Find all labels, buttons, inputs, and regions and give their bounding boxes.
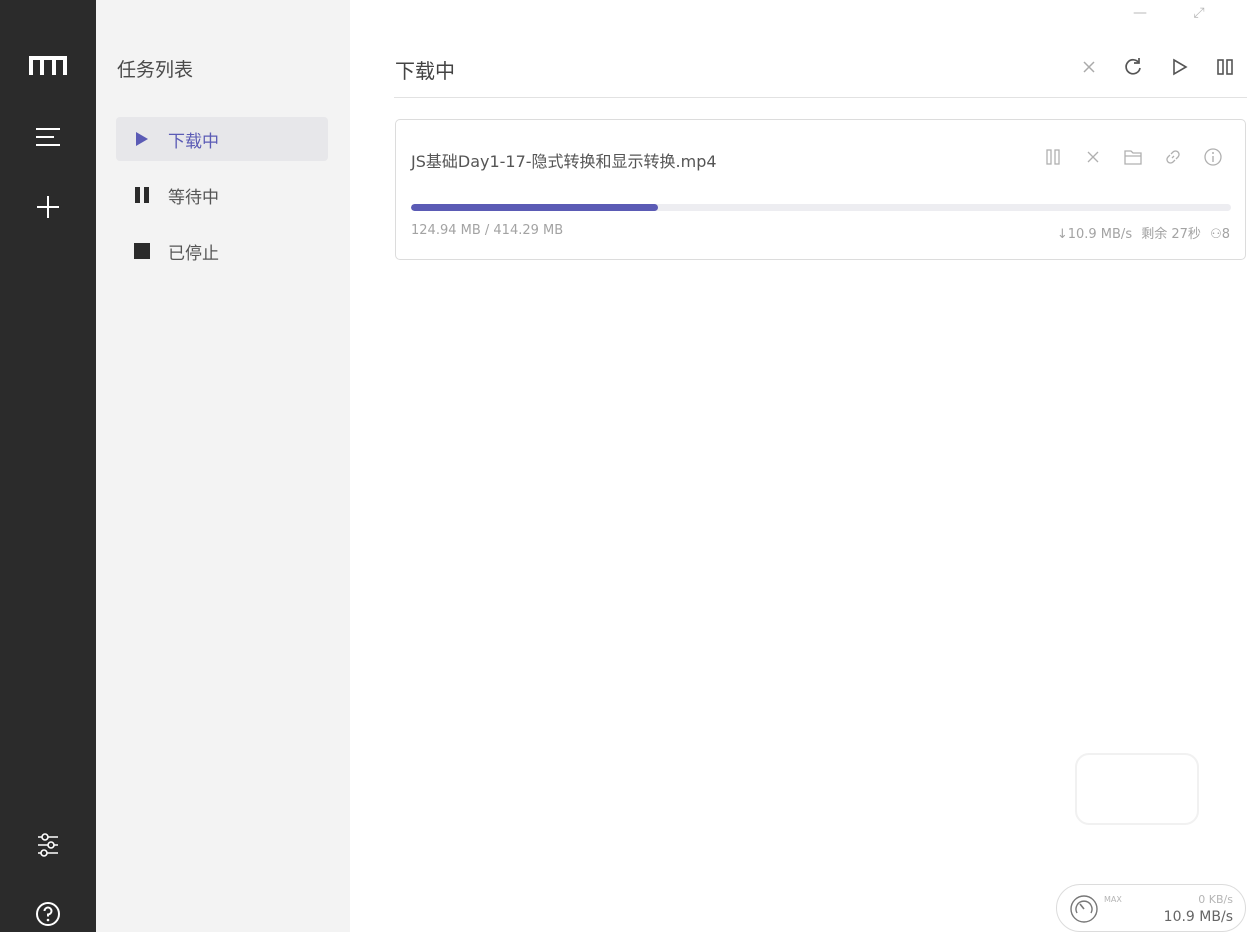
task-name: JS基础Day1-17-隐式转换和显示转换.mp4 (411, 152, 717, 171)
refresh-icon[interactable] (1118, 52, 1148, 82)
task-stats: ↓10.9 MB/s 剩余 27秒 ⚇8 (1052, 223, 1230, 242)
pause-icon[interactable] (1033, 144, 1073, 170)
link-icon[interactable] (1153, 144, 1193, 170)
nav-item-stopped[interactable]: 已停止 (116, 229, 328, 273)
nav-item-waiting[interactable]: 等待中 (116, 173, 328, 217)
info-icon[interactable] (1193, 144, 1233, 170)
delete-icon[interactable] (1073, 144, 1113, 170)
download-progress-bar (411, 204, 1231, 211)
nav-item-label: 下载中 (168, 131, 219, 152)
task-list-sidebar: 任务列表 下载中 等待中 已停止 (96, 0, 350, 932)
download-speed-total: 10.9 MB/s (1163, 909, 1233, 925)
left-rail (0, 0, 96, 932)
task-actions (1033, 144, 1233, 170)
speedometer[interactable]: MAX 0 KB/s 10.9 MB/s (1056, 884, 1246, 932)
pause-icon (132, 185, 152, 205)
add-task-icon[interactable] (24, 187, 72, 227)
watermark-logo (1075, 753, 1199, 825)
page-title: 下载中 (395, 59, 455, 83)
preferences-icon[interactable] (24, 825, 72, 865)
close-icon[interactable] (1074, 52, 1104, 82)
main-panel: — ⤢ 下载中 JS基础Day1-17-隐式转换和显示转换.mp4 124.94… (350, 0, 1260, 932)
connections-count: ⚇8 (1210, 227, 1230, 242)
speed-limit-label: MAX (1104, 895, 1122, 904)
pause-icon[interactable] (1210, 52, 1240, 82)
nav-item-label: 等待中 (168, 187, 219, 208)
folder-icon[interactable] (1113, 144, 1153, 170)
stop-icon (132, 241, 152, 261)
sidebar-title: 任务列表 (117, 59, 194, 81)
nav-item-label: 已停止 (168, 243, 219, 264)
maximize-button[interactable]: ⤢ (1184, 0, 1214, 26)
task-size: 124.94 MB / 414.29 MB (411, 223, 564, 238)
download-progress-fill (411, 204, 659, 211)
nav-item-active[interactable]: 下载中 (116, 117, 328, 161)
upload-speed: 0 KB/s (1198, 893, 1233, 906)
download-speed: ↓10.9 MB/s (1056, 227, 1133, 242)
play-icon[interactable] (1165, 52, 1195, 82)
minimize-button[interactable]: — (1125, 0, 1155, 26)
task-card[interactable]: JS基础Day1-17-隐式转换和显示转换.mp4 124.94 MB / 41… (395, 119, 1246, 260)
header-divider (394, 97, 1247, 98)
play-icon (132, 129, 152, 149)
help-icon[interactable] (24, 894, 72, 932)
time-remaining: 剩余 27秒 (1141, 227, 1201, 242)
app-logo-icon[interactable] (24, 46, 72, 86)
speedometer-icon (1070, 895, 1098, 923)
app-window: 任务列表 下载中 等待中 已停止 — ⤢ 下载中 JS基础Day1-17-隐式转… (0, 0, 1260, 932)
task-list-icon[interactable] (24, 117, 72, 157)
